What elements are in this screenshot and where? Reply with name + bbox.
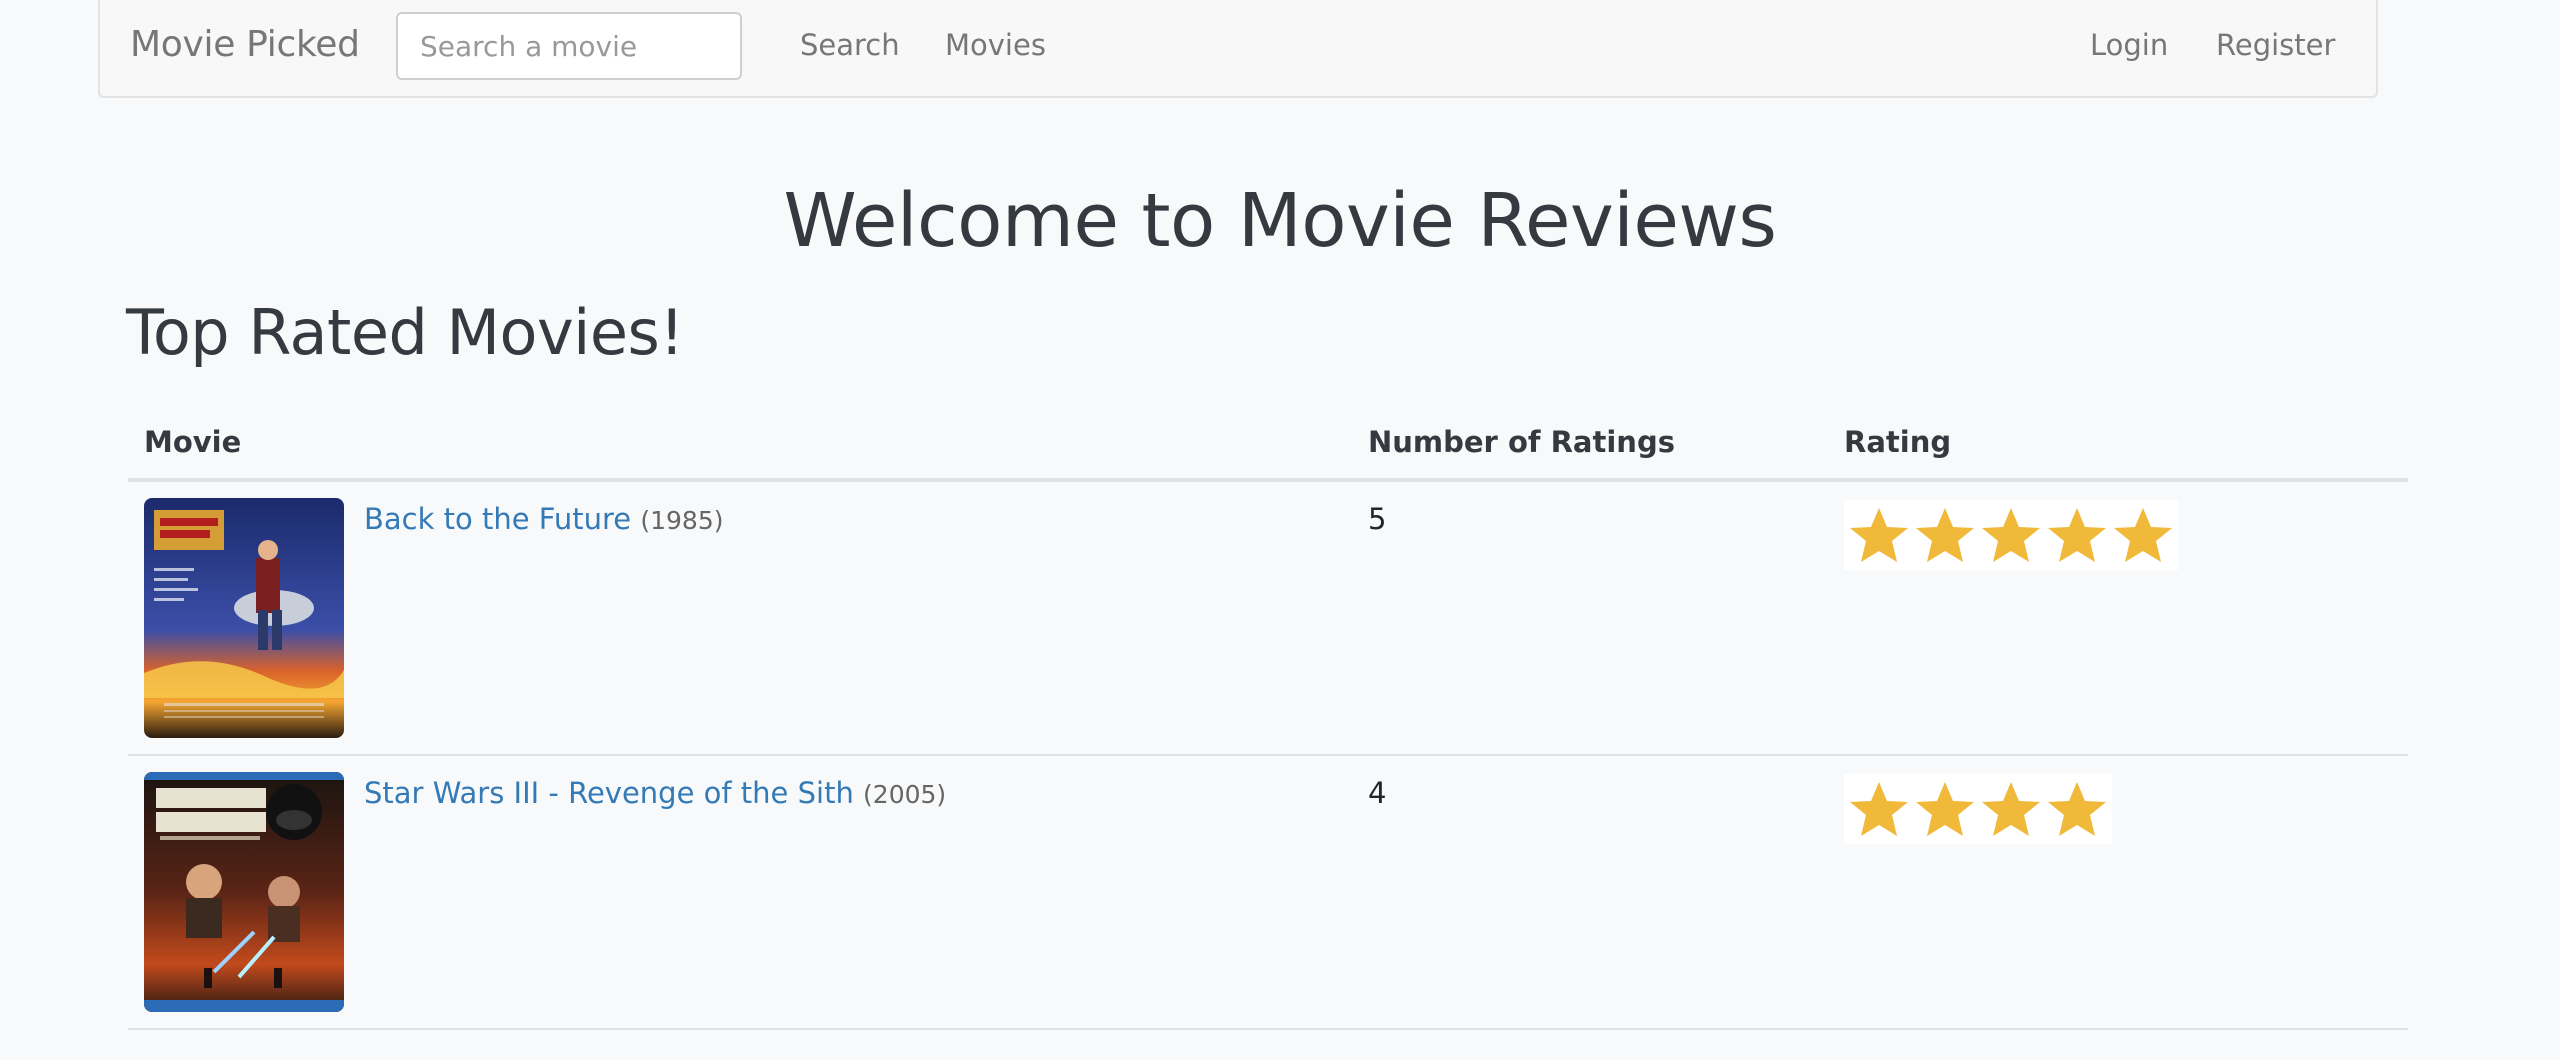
number-of-ratings-cell: 5 xyxy=(1352,480,1828,756)
star-icon xyxy=(2114,508,2172,562)
star-icon xyxy=(1850,508,1908,562)
star-rating xyxy=(1844,500,2178,570)
search-link[interactable]: Search xyxy=(800,28,900,62)
header-movie: Movie xyxy=(128,410,1352,482)
page-title: Welcome to Movie Reviews xyxy=(783,178,1777,264)
movies-link[interactable]: Movies xyxy=(945,28,1046,62)
movie-title-link[interactable]: Back to the Future xyxy=(364,502,631,536)
star-icon xyxy=(1982,508,2040,562)
star-rating xyxy=(1844,774,2112,844)
number-of-ratings: 5 xyxy=(1368,502,1387,536)
table-row: Star Wars III - Revenge of the Sith (200… xyxy=(128,755,2408,1030)
movie-cell: Back to the Future (1985) xyxy=(128,480,1352,756)
star-icon xyxy=(2048,782,2106,836)
star-icon xyxy=(1916,782,1974,836)
movie-title-link[interactable]: Star Wars III - Revenge of the Sith xyxy=(364,776,854,810)
login-link[interactable]: Login xyxy=(2090,28,2168,62)
back-to-the-future-poster-icon[interactable] xyxy=(144,498,344,738)
movie-cell: Star Wars III - Revenge of the Sith (200… xyxy=(128,755,1352,1030)
movie-year: (1985) xyxy=(640,506,724,535)
star-icon xyxy=(2048,508,2106,562)
navbar: Movie Picked Search Movies Login Registe… xyxy=(98,0,2378,98)
brand-link[interactable]: Movie Picked xyxy=(130,24,360,65)
movie-year: (2005) xyxy=(863,780,947,809)
search-input[interactable] xyxy=(396,12,742,80)
header-number-of-ratings: Number of Ratings xyxy=(1352,410,1828,482)
section-title: Top Rated Movies! xyxy=(126,296,684,369)
table-header-row: Movie Number of Ratings Rating xyxy=(128,410,2408,482)
register-link[interactable]: Register xyxy=(2216,28,2335,62)
table-row: Back to the Future (1985) 5 xyxy=(128,480,2408,756)
star-icon xyxy=(1982,782,2040,836)
star-wars-poster-icon[interactable] xyxy=(144,772,344,1012)
star-icon xyxy=(1850,782,1908,836)
number-of-ratings: 4 xyxy=(1368,776,1387,810)
top-rated-table: Movie Number of Ratings Rating Back to t… xyxy=(128,410,2408,1030)
star-icon xyxy=(1916,508,1974,562)
number-of-ratings-cell: 4 xyxy=(1352,755,1828,1030)
rating-cell xyxy=(1828,755,2408,1030)
header-rating: Rating xyxy=(1828,410,2408,482)
rating-cell xyxy=(1828,480,2408,756)
